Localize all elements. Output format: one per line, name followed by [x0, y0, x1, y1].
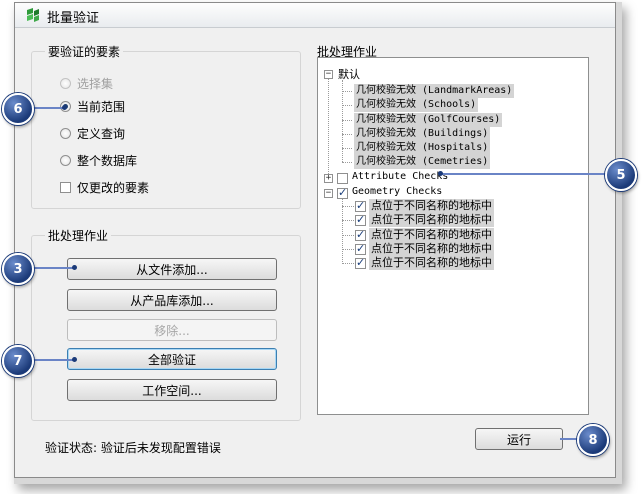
tree-item-check[interactable]: 几何校验无效 (Hospitals) [354, 141, 491, 155]
add-from-file-button[interactable]: 从文件添加... [67, 258, 277, 280]
tree-item-check[interactable]: 点位于不同名称的地标中 [369, 256, 494, 270]
callout-line [30, 267, 74, 269]
tree-line [342, 220, 354, 221]
window-title: 批量验证 [47, 11, 100, 26]
tree-node-attribute-checks[interactable]: Attribute Checks [352, 170, 448, 184]
batch-validate-dialog: 批量验证 要验证的要素 选择集 当前范围 定义查询 整个数据库 仅更改的要素 批… [14, 2, 616, 478]
tree-item-check[interactable]: 点位于不同名称的地标中 [369, 242, 494, 256]
radio-button[interactable] [60, 128, 71, 139]
callout-dot [72, 265, 77, 270]
tree-line [342, 263, 354, 264]
geometry-item-checkbox[interactable] [355, 242, 366, 255]
radio-entire-database[interactable]: 整个数据库 [60, 152, 137, 169]
callout-dot [72, 357, 77, 362]
radio-button[interactable] [60, 155, 71, 166]
tree-node-default[interactable]: 默认 [338, 68, 360, 82]
add-from-library-button[interactable]: 从产品库添加... [67, 289, 277, 311]
radio-selection-set[interactable]: 选择集 [60, 75, 113, 92]
radio-current-extent[interactable]: 当前范围 [60, 98, 125, 115]
jobs-tree[interactable]: − 默认 几何校验无效 (LandmarkAreas) 几何校验无效 (Scho… [317, 57, 589, 415]
validation-status: 验证状态: 验证后未发现配置错误 [45, 441, 221, 455]
batch-validate-icon [27, 8, 39, 22]
tree-line [342, 120, 352, 121]
tree-item-check[interactable]: 几何校验无效 (LandmarkAreas) [354, 84, 515, 98]
tree-line [342, 206, 354, 207]
tree-line [342, 105, 352, 106]
callout-6: 6 [2, 93, 34, 125]
remove-button[interactable]: 移除... [67, 319, 277, 341]
collapse-toggle-icon[interactable]: − [324, 70, 333, 79]
radio-label: 定义查询 [77, 127, 126, 141]
geometry-item-checkbox[interactable] [355, 228, 366, 241]
tree-node-geometry-checks[interactable]: Geometry Checks [352, 185, 442, 199]
tree-item-check[interactable]: 几何校验无效 (GolfCourses) [354, 113, 503, 127]
tree-line [342, 194, 343, 264]
radio-button[interactable] [60, 78, 71, 89]
geometry-item-checkbox[interactable] [355, 199, 366, 212]
callout-3: 3 [2, 253, 34, 285]
tree-line [342, 134, 352, 135]
radio-label: 整个数据库 [77, 154, 138, 168]
tree-line [342, 162, 352, 163]
tree-line [342, 148, 352, 149]
tree-item-check[interactable]: 点位于不同名称的地标中 [369, 228, 494, 242]
changed-only-checkbox[interactable] [60, 182, 71, 193]
callout-line [30, 107, 64, 109]
tree-line [342, 249, 354, 250]
radio-label: 当前范围 [77, 100, 126, 114]
tree-item-check[interactable]: 几何校验无效 (Cemetries) [354, 155, 491, 169]
callout-7: 7 [2, 345, 34, 377]
validate-all-button[interactable]: 全部验证 [67, 348, 277, 370]
callout-line [440, 173, 610, 175]
callout-8: 8 [577, 424, 609, 456]
tree-line [328, 72, 329, 178]
workspace-button[interactable]: 工作空间... [67, 379, 277, 401]
radio-label: 选择集 [77, 77, 114, 91]
tree-line [342, 80, 343, 162]
title-bar[interactable]: 批量验证 [15, 3, 615, 28]
tree-item-check[interactable]: 点位于不同名称的地标中 [369, 213, 494, 227]
expand-toggle-icon[interactable]: + [324, 174, 333, 183]
run-button[interactable]: 运行 [475, 428, 563, 450]
attribute-checks-checkbox[interactable] [337, 173, 348, 184]
callout-line [30, 359, 74, 361]
callout-dot [62, 105, 67, 110]
tree-line [342, 91, 352, 92]
callout-dot [438, 171, 443, 176]
changed-only-label: 仅更改的要素 [77, 181, 150, 195]
geometry-item-checkbox[interactable] [355, 256, 366, 269]
tree-line [342, 235, 354, 236]
geometry-checks-checkbox[interactable] [337, 186, 348, 199]
geometry-item-checkbox[interactable] [355, 213, 366, 226]
changed-only-checkbox-row[interactable]: 仅更改的要素 [60, 179, 149, 196]
tree-item-check[interactable]: 几何校验无效 (Schools) [354, 98, 479, 112]
tree-item-check[interactable]: 点位于不同名称的地标中 [369, 199, 494, 213]
elements-group-title: 要验证的要素 [45, 43, 124, 60]
radio-definition-query[interactable]: 定义查询 [60, 125, 125, 142]
callout-5: 5 [605, 159, 637, 191]
tree-item-check[interactable]: 几何校验无效 (Buildings) [354, 127, 491, 141]
collapse-toggle-icon[interactable]: − [324, 189, 333, 198]
batch-jobs-group-title: 批处理作业 [45, 227, 112, 244]
